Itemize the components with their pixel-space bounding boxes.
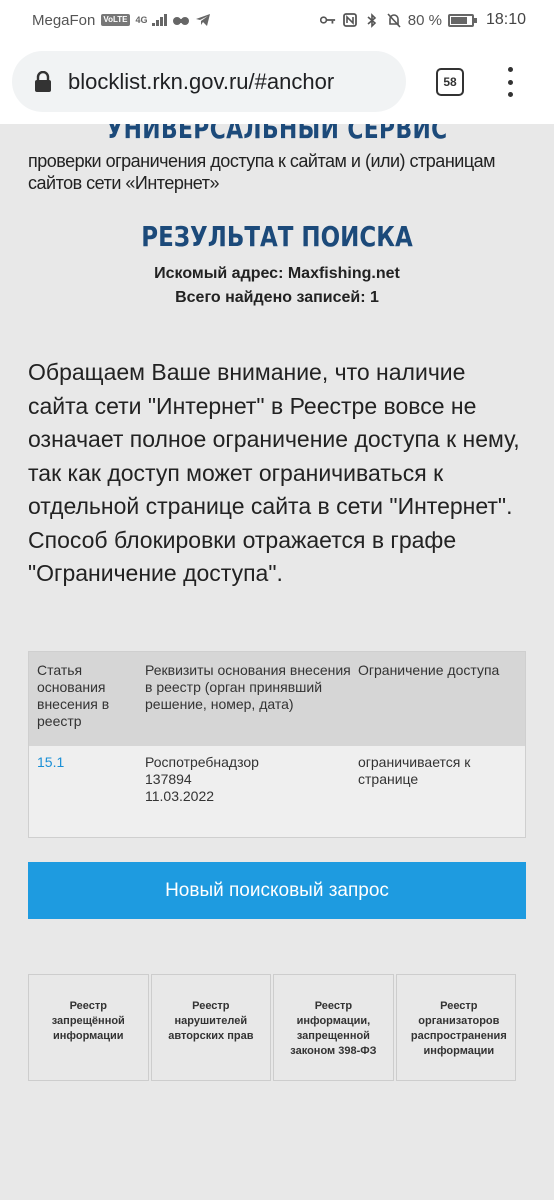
table-header: Статья основания внесения в реестр Рекви… bbox=[29, 652, 525, 746]
nfc-icon bbox=[342, 13, 358, 27]
browser-toolbar: blocklist.rkn.gov.ru/#anchor 58 bbox=[0, 40, 554, 124]
restriction-cell: ограничивается к странице bbox=[358, 754, 471, 787]
notice-text: Обращаем Ваше внимание, что наличие сайт… bbox=[28, 359, 520, 586]
authority: Роспотребнадзор bbox=[145, 754, 259, 770]
searched-address: Искомый адрес: Maxfishing.net bbox=[154, 265, 400, 282]
page-content: УНИВЕРСАЛЬНЫЙ СЕРВИС проверки ограничени… bbox=[0, 124, 554, 1200]
details-cell: Роспотребнадзор 137894 11.03.2022 bbox=[145, 754, 358, 837]
more-menu-icon[interactable] bbox=[500, 67, 520, 97]
column-header-restriction: Ограничение доступа bbox=[358, 662, 500, 678]
service-heading: УНИВЕРСАЛЬНЫЙ СЕРВИС bbox=[106, 124, 448, 145]
page-title: РЕЗУЛЬТАТ ПОИСКА bbox=[141, 220, 413, 253]
bluetooth-icon bbox=[364, 12, 380, 28]
car-icon bbox=[172, 13, 189, 27]
registry-link-organizers[interactable]: Реестр организаторов распространения инф… bbox=[395, 974, 516, 1081]
clock: 18:10 bbox=[485, 11, 526, 28]
mute-bell-icon bbox=[386, 12, 402, 28]
new-search-button[interactable]: Новый поисковый запрос bbox=[28, 862, 526, 919]
decision-date: 11.03.2022 bbox=[145, 788, 215, 804]
battery-percent: 80 % bbox=[407, 11, 442, 29]
table-row: 15.1 Роспотребнадзор 137894 11.03.2022 о… bbox=[29, 746, 525, 837]
column-header-article: Статья основания внесения в реестр bbox=[37, 662, 110, 729]
article-link[interactable]: 15.1 bbox=[29, 754, 145, 837]
status-bar: MegaFon VoLTE 4G 80 % 18:10 bbox=[0, 0, 554, 40]
address-bar[interactable]: blocklist.rkn.gov.ru/#anchor bbox=[12, 51, 406, 112]
lock-icon bbox=[35, 70, 51, 92]
registry-link-copyright-violators[interactable]: Реестр нарушителей авторских прав bbox=[150, 974, 272, 1081]
records-count: Всего найдено записей: 1 bbox=[175, 289, 379, 306]
footer-registry-links: Реестр запрещённой информации Реестр нар… bbox=[28, 974, 516, 1081]
url-text[interactable]: blocklist.rkn.gov.ru/#anchor bbox=[68, 69, 334, 95]
volte-badge: VoLTE bbox=[101, 14, 130, 26]
registry-link-398fz[interactable]: Реестр информации, запрещенной законом 3… bbox=[273, 974, 394, 1081]
registry-link-prohibited-info[interactable]: Реестр запрещённой информации bbox=[28, 974, 149, 1081]
key-icon bbox=[319, 13, 336, 27]
result-table: Статья основания внесения в реестр Рекви… bbox=[28, 651, 526, 838]
carrier-name: MegaFon bbox=[32, 11, 96, 29]
tab-switcher-button[interactable]: 58 bbox=[436, 68, 464, 96]
signal-icon bbox=[151, 14, 167, 26]
decision-number: 137894 bbox=[145, 771, 192, 787]
service-subtitle: проверки ограничения доступа к сайтам и … bbox=[28, 151, 496, 193]
column-header-details: Реквизиты основания внесения в реестр (о… bbox=[145, 662, 351, 712]
battery-icon bbox=[447, 13, 477, 27]
telegram-icon bbox=[195, 13, 211, 27]
network-type: 4G bbox=[135, 14, 148, 25]
